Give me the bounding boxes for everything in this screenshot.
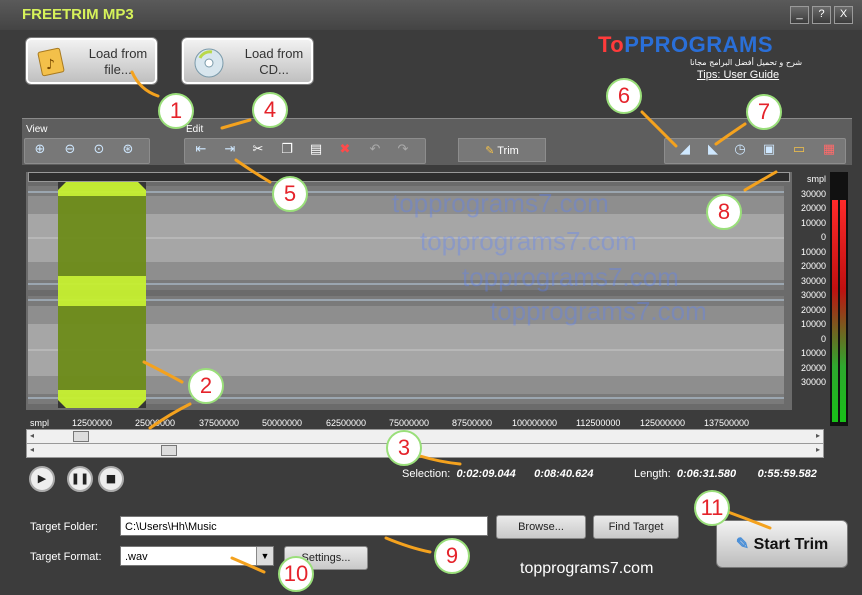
- callout-3: 3: [386, 430, 422, 466]
- callout-8: 8: [706, 194, 742, 230]
- callout-7: 7: [746, 94, 782, 130]
- callout-9: 9: [434, 538, 470, 574]
- callout-2: 2: [188, 368, 224, 404]
- annotation-arrows: [130, 70, 778, 574]
- callout-4: 4: [252, 92, 288, 128]
- callout-10: 10: [278, 556, 314, 592]
- callout-11: 11: [694, 490, 730, 526]
- callout-1: 1: [158, 93, 194, 129]
- callout-6: 6: [606, 78, 642, 114]
- callout-5: 5: [272, 176, 308, 212]
